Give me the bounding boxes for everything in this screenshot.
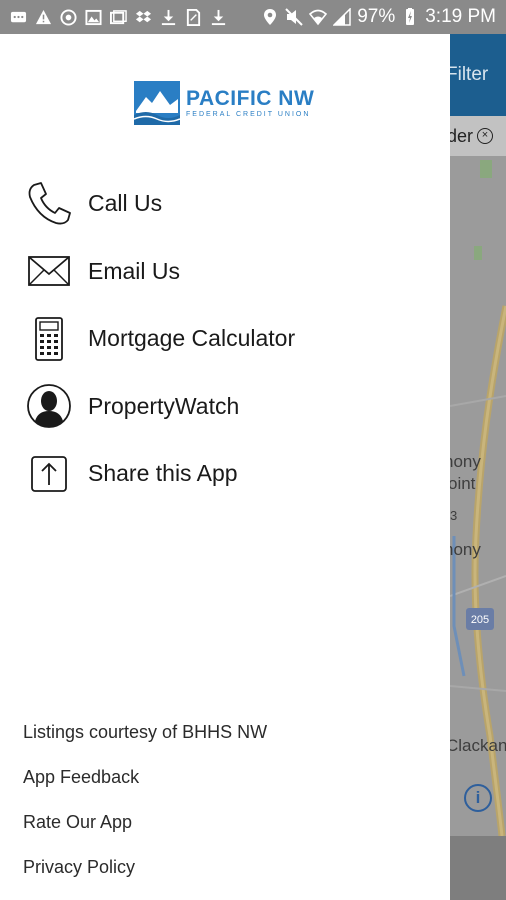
filter-chip-label: der <box>450 126 474 146</box>
drawer-footer: Listings courtesy of BHHS NW App Feedbac… <box>23 718 267 898</box>
pacific-nw-logo: PACIFIC NW FEDERAL CREDIT UNION <box>134 81 314 125</box>
drawer-menu: Call Us Email Us Mortgage Calculator Pro… <box>0 170 450 508</box>
signal-icon <box>333 8 351 26</box>
map-bottom-bar <box>450 836 506 900</box>
menu-item-label: PropertyWatch <box>88 392 240 419</box>
menu-item-mortgage-calculator[interactable]: Mortgage Calculator <box>0 305 450 373</box>
warning-icon <box>35 9 52 24</box>
filter-chip-bar: der × <box>450 116 506 156</box>
location-icon <box>264 9 277 25</box>
system-icons: 97% 3:19 PM <box>261 6 496 28</box>
menu-item-email-us[interactable]: Email Us <box>0 238 450 306</box>
rate-our-app-link[interactable]: Rate Our App <box>23 808 267 853</box>
message-icon <box>10 11 27 22</box>
map-label: nony <box>450 452 481 471</box>
map-route-marker: 3 <box>450 508 458 523</box>
file-icon <box>186 8 201 26</box>
wifi-icon <box>309 9 328 26</box>
filter-button[interactable]: Filter <box>450 64 488 86</box>
map-label: nony <box>450 540 481 559</box>
menu-item-label: Share this App <box>88 460 238 487</box>
logo-subtitle: FEDERAL CREDIT UNION <box>186 110 311 118</box>
background-map-screen: Filter der × nony oint 3 nony 205 Clacka… <box>450 34 506 900</box>
mute-icon <box>285 8 303 26</box>
logo-name: PACIFIC NW <box>186 86 315 110</box>
chip-close-icon[interactable]: × <box>477 128 493 144</box>
map-toolbar: Filter <box>450 34 506 116</box>
image-icon <box>85 9 102 25</box>
listings-courtesy-text: Listings courtesy of BHHS NW <box>23 722 268 742</box>
share-icon <box>26 451 72 497</box>
interstate-shield: 205 <box>466 608 494 630</box>
menu-item-label: Mortgage Calculator <box>88 325 296 352</box>
map-label: oint <box>450 474 476 493</box>
battery-icon <box>406 8 415 25</box>
battery-percent: 97% <box>357 6 396 27</box>
menu-item-label: Call Us <box>88 190 163 217</box>
download-icon <box>211 9 226 25</box>
info-icon[interactable]: i <box>464 784 492 812</box>
envelope-icon <box>26 248 72 294</box>
app-feedback-link[interactable]: App Feedback <box>23 763 267 808</box>
calculator-icon <box>26 316 72 362</box>
map-view[interactable]: nony oint 3 nony 205 Clackan i <box>450 156 506 836</box>
phone-icon <box>26 181 72 227</box>
map-roads <box>450 160 506 836</box>
dropbox-icon <box>135 10 152 22</box>
gallery-icon <box>110 9 127 24</box>
menu-item-propertywatch[interactable]: PropertyWatch <box>0 373 450 441</box>
notification-icons <box>10 8 227 26</box>
menu-item-label: Email Us <box>88 257 181 284</box>
download-icon <box>161 9 176 25</box>
menu-item-call-us[interactable]: Call Us <box>0 170 450 238</box>
clock: 3:19 PM <box>425 6 496 27</box>
target-icon <box>60 8 77 26</box>
status-bar: 97% 3:19 PM <box>0 0 506 34</box>
mountain-logo-icon <box>134 81 180 125</box>
privacy-policy-link[interactable]: Privacy Policy <box>23 853 267 898</box>
menu-item-share-app[interactable]: Share this App <box>0 440 450 508</box>
map-label: Clackan <box>450 736 506 755</box>
navigation-drawer: PACIFIC NW FEDERAL CREDIT UNION Call Us … <box>0 34 450 900</box>
person-icon <box>26 383 72 429</box>
